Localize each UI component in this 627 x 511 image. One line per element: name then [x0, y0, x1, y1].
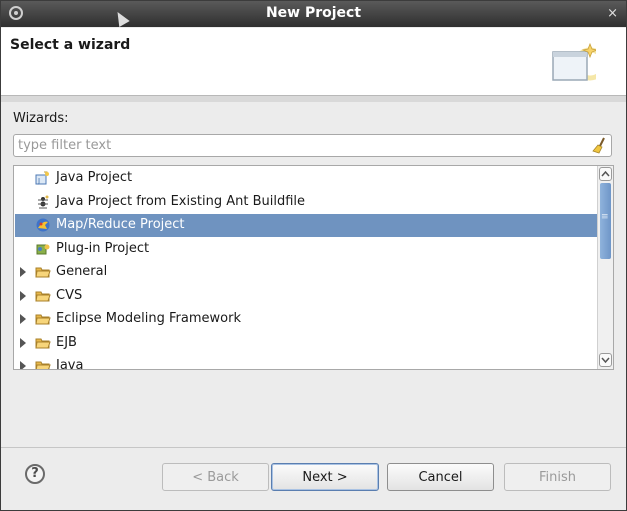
folder-icon [35, 289, 51, 303]
wizard-banner-icon [552, 42, 596, 81]
scrollbar-thumb[interactable] [600, 183, 611, 259]
chevron-down-icon [601, 357, 610, 364]
scroll-up-button[interactable] [599, 167, 612, 181]
tree-item[interactable]: General [15, 261, 597, 284]
java-project-icon: J [35, 171, 51, 185]
tree-item-label: Java Project [56, 170, 133, 185]
scroll-down-button[interactable] [599, 353, 612, 367]
footer-divider [1, 447, 626, 448]
vertical-scrollbar[interactable] [597, 166, 613, 369]
tree-item-label: Java [56, 358, 84, 370]
tree-item-label: General [56, 264, 108, 279]
filter-field[interactable] [13, 134, 612, 157]
folder-icon [35, 359, 51, 369]
next-button[interactable]: Next > [271, 463, 379, 491]
wizards-label: Wizards: [13, 111, 69, 126]
wizard-tree[interactable]: J Java Project Java Project from Existing … [13, 165, 614, 370]
folder-icon [35, 312, 51, 326]
tree-item[interactable]: Eclipse Modeling Framework [15, 308, 597, 331]
wizard-banner: Select a wizard [1, 28, 626, 96]
tree-item-label: CVS [56, 287, 83, 303]
mapreduce-icon [35, 218, 51, 232]
filter-input[interactable] [18, 137, 578, 154]
tree-item-label: Plug-in Project [56, 240, 150, 256]
plugin-icon [35, 242, 51, 256]
expand-arrow-icon[interactable] [20, 290, 26, 301]
expand-arrow-icon[interactable] [20, 337, 26, 348]
tree-item[interactable]: Java [15, 355, 597, 370]
new-project-dialog: New Project × Select a wizard Wizards: J… [0, 0, 627, 511]
page-title: Select a wizard [10, 37, 131, 53]
ant-icon [35, 195, 51, 209]
window-title: New Project [265, 5, 362, 21]
tree-item-label: Eclipse Modeling Framework [56, 311, 241, 326]
back-button[interactable]: < Back [162, 463, 269, 491]
expand-arrow-icon[interactable] [20, 267, 26, 277]
cancel-button[interactable]: Cancel [387, 463, 494, 491]
broom-icon[interactable] [591, 137, 607, 154]
tree-item[interactable]: J Java Project [15, 167, 597, 190]
tree-item[interactable]: Plug-in Project [15, 238, 597, 261]
tree-item-label: Java Project from Existing Ant Buildfile [56, 193, 306, 209]
tree-item[interactable]: Map/Reduce Project [15, 214, 597, 237]
banner-divider [1, 96, 626, 102]
chevron-up-icon [601, 170, 610, 177]
tree-item[interactable]: EJB [15, 332, 597, 355]
title-bar[interactable]: New Project × [1, 1, 626, 27]
tree-item[interactable]: CVS [15, 285, 597, 308]
expand-arrow-icon[interactable] [20, 361, 26, 369]
folder-icon [35, 336, 51, 350]
tree-item[interactable]: Java Project from Existing Ant Buildfile [15, 191, 597, 214]
svg-text:J: J [37, 177, 40, 185]
close-icon[interactable]: × [607, 6, 618, 21]
tree-item-label: Map/Reduce Project [56, 217, 185, 232]
finish-button[interactable]: Finish [504, 463, 611, 491]
tree-item-label: EJB [56, 334, 77, 350]
expand-arrow-icon[interactable] [20, 314, 26, 324]
folder-icon [35, 265, 51, 279]
help-icon[interactable]: ? [25, 464, 45, 484]
